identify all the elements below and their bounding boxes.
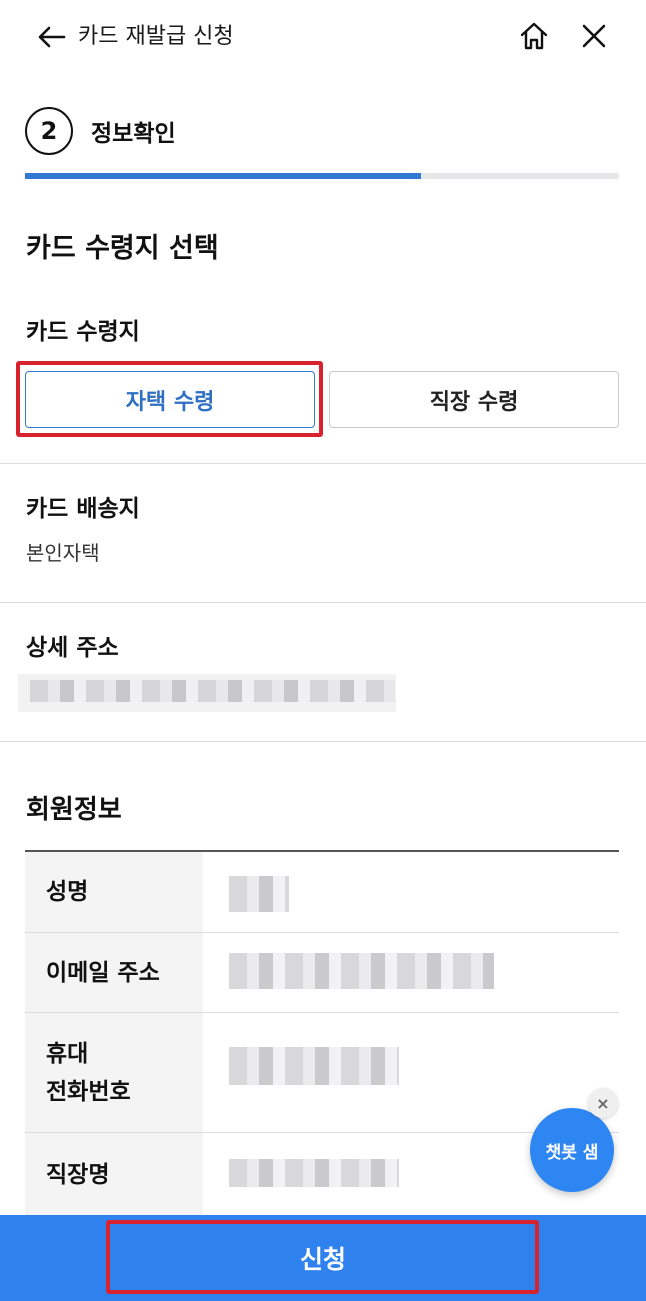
step-progress-bar — [25, 173, 619, 179]
home-button[interactable] — [516, 18, 552, 54]
top-app-bar: 카드 재발급 신청 — [0, 0, 646, 72]
delivery-address-label: 카드 배송지 — [26, 496, 140, 522]
delivery-address-value: 본인자택 — [26, 541, 100, 565]
page-title: 카드 재발급 신청 — [78, 24, 234, 49]
redacted-address-value — [30, 680, 395, 702]
table-row: 휴대 전화번호 — [25, 1013, 619, 1133]
detailed-address-label: 상세 주소 — [26, 635, 119, 661]
pickup-location-label: 카드 수령지 — [26, 319, 140, 345]
email-value — [203, 933, 619, 1012]
name-value — [203, 852, 619, 932]
home-pickup-button[interactable]: 자택 수령 — [25, 371, 315, 428]
close-icon — [582, 24, 606, 48]
redacted-phone — [229, 1047, 399, 1085]
home-icon — [520, 22, 548, 50]
step-indicator: 2 정보확인 — [25, 107, 176, 155]
member-info-title: 회원정보 — [26, 795, 122, 825]
name-header: 성명 — [25, 852, 203, 932]
arrow-left-icon — [38, 26, 66, 48]
back-button[interactable] — [34, 20, 68, 54]
divider — [0, 741, 646, 742]
mobile-phone-header: 휴대 전화번호 — [25, 1013, 203, 1132]
work-pickup-button[interactable]: 직장 수령 — [329, 371, 619, 428]
redacted-name — [229, 876, 289, 912]
chatbot-button[interactable]: 챗봇 샘 — [530, 1108, 614, 1192]
section-title: 카드 수령지 선택 — [26, 233, 219, 264]
step-number-badge: 2 — [25, 107, 73, 155]
email-header: 이메일 주소 — [25, 933, 203, 1012]
redacted-email — [229, 953, 494, 989]
company-header: 직장명 — [25, 1133, 203, 1216]
step-progress-fill — [25, 173, 422, 179]
divider — [0, 602, 646, 603]
chatbot-close-button[interactable]: × — [588, 1088, 618, 1118]
step-label: 정보확인 — [91, 121, 176, 147]
table-row: 이메일 주소 — [25, 933, 619, 1013]
table-row: 성명 — [25, 852, 619, 933]
submit-button[interactable]: 신청 — [0, 1215, 646, 1301]
divider — [0, 463, 646, 464]
member-info-table: 성명 이메일 주소 휴대 전화번호 직장명 — [25, 850, 619, 1217]
redacted-company — [229, 1159, 399, 1187]
close-button[interactable] — [576, 18, 612, 54]
